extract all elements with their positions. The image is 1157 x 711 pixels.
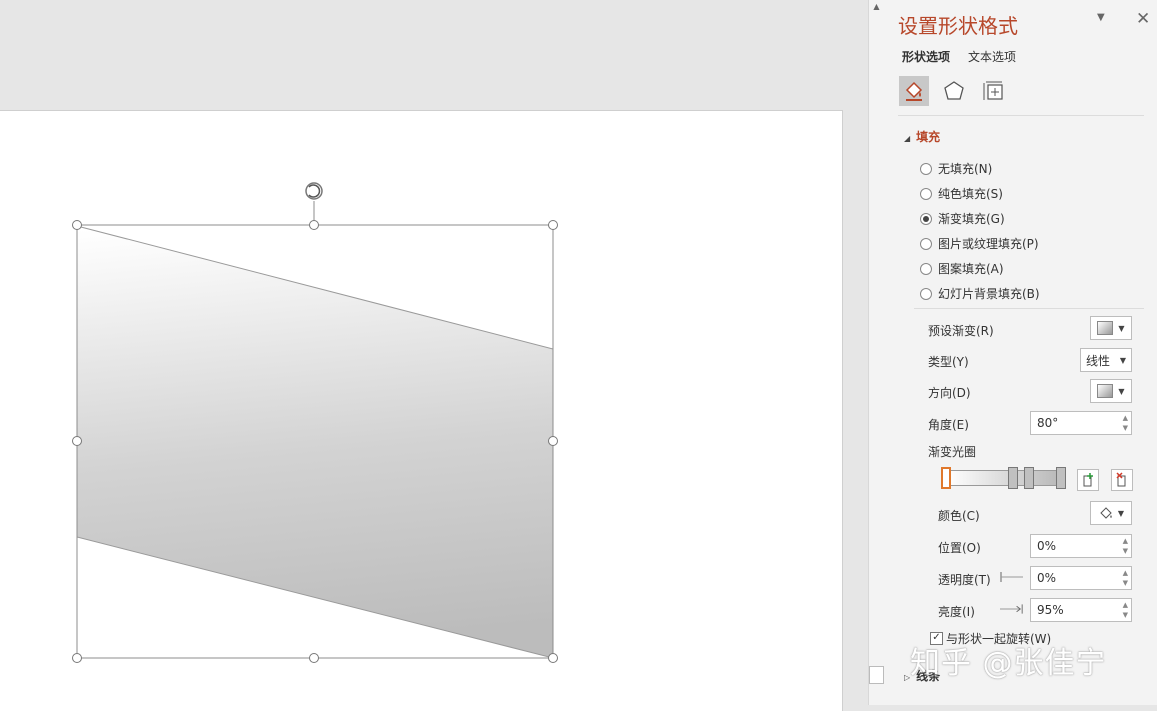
radio-solid-fill[interactable]: 纯色填充(S)	[920, 185, 1003, 202]
position-label: 位置(O)	[938, 541, 981, 555]
chevron-down-icon: ▼	[1117, 508, 1125, 518]
scrollbar-thumb[interactable]	[869, 666, 884, 684]
radio-pattern-fill[interactable]: 图案填充(A)	[920, 260, 1004, 277]
transparency-value: 0%	[1037, 571, 1057, 585]
fill-section-header[interactable]: ◢ 填充	[904, 128, 940, 145]
angle-value: 80°	[1037, 416, 1059, 430]
brightness-input[interactable]: 95% ▲ ▼	[1030, 598, 1132, 622]
tab-shape-options[interactable]: 形状选项	[902, 48, 950, 65]
color-label: 颜色(C)	[938, 509, 980, 523]
transparency-input[interactable]: 0% ▲ ▼	[1030, 566, 1132, 590]
rotate-handle[interactable]	[305, 182, 323, 200]
radio-label: 无填充(N)	[938, 162, 993, 176]
gradient-swatch-icon	[1097, 321, 1114, 335]
radio-button[interactable]	[920, 262, 932, 275]
radio-button[interactable]	[920, 187, 932, 200]
angle-input[interactable]: 80° ▲ ▼	[1030, 411, 1132, 435]
radio-slide-background-fill[interactable]: 幻灯片背景填充(B)	[920, 285, 1040, 302]
color-dropdown[interactable]: ▼	[1090, 501, 1132, 525]
radio-no-fill[interactable]: 无填充(N)	[920, 160, 992, 177]
format-shape-pane: 设置形状格式 ▼ ✕ 形状选项 文本选项 ◢ 填充 无填充(N) 纯色填充(S) …	[884, 0, 1157, 705]
resize-handle-bottom-right[interactable]	[548, 653, 558, 663]
radio-label: 渐变填充(G)	[938, 212, 1005, 226]
brightness-value: 95%	[1037, 603, 1064, 617]
pane-options-chevron-down-icon[interactable]: ▼	[1097, 12, 1105, 23]
gradient-stops-label: 渐变光圈	[928, 445, 977, 459]
fill-line-icon[interactable]	[899, 76, 929, 106]
resize-handle-top[interactable]	[309, 220, 319, 230]
type-dropdown[interactable]: 线性 ▼	[1080, 348, 1132, 372]
radio-gradient-fill[interactable]: 渐变填充(G)	[920, 210, 1005, 227]
type-label: 类型(Y)	[928, 355, 969, 369]
divider	[914, 308, 1144, 309]
fill-section-label: 填充	[916, 130, 941, 144]
gradient-shape[interactable]	[76, 225, 554, 659]
watermark: 知乎 @张佳宁	[910, 646, 1107, 681]
resize-handle-top-right[interactable]	[548, 220, 558, 230]
gradient-stop-4[interactable]	[1056, 467, 1066, 489]
radio-label: 图案填充(A)	[938, 262, 1004, 276]
position-input[interactable]: 0% ▲ ▼	[1030, 534, 1132, 558]
radio-label: 图片或纹理填充(P)	[938, 237, 1039, 251]
spin-arrows-icon[interactable]: ▲ ▼	[1123, 536, 1128, 556]
tab-text-options[interactable]: 文本选项	[968, 48, 1016, 65]
resize-handle-bottom[interactable]	[309, 653, 319, 663]
gradient-stop-3[interactable]	[1024, 467, 1034, 489]
position-value: 0%	[1037, 539, 1057, 553]
size-properties-icon[interactable]	[978, 76, 1008, 106]
radio-button[interactable]	[920, 287, 932, 300]
add-gradient-stop-button[interactable]	[1077, 469, 1099, 491]
gradient-stop-1[interactable]	[941, 467, 951, 489]
effects-pentagon-icon[interactable]	[939, 76, 969, 106]
preset-gradient-label: 预设渐变(R)	[928, 324, 994, 338]
type-value: 线性	[1086, 353, 1111, 368]
paint-bucket-icon	[1100, 507, 1112, 519]
spin-arrows-icon[interactable]: ▲ ▼	[1123, 568, 1128, 588]
remove-gradient-stop-button[interactable]	[1111, 469, 1133, 491]
radio-button[interactable]	[920, 212, 932, 225]
resize-handle-left[interactable]	[72, 436, 82, 446]
spin-arrows-icon[interactable]: ▲ ▼	[1123, 600, 1128, 620]
direction-dropdown[interactable]: ▼	[1090, 379, 1132, 403]
resize-handle-bottom-left[interactable]	[72, 653, 82, 663]
brightness-label: 亮度(I)	[938, 605, 975, 619]
expanded-triangle-icon: ◢	[904, 134, 911, 143]
transparency-slider[interactable]	[999, 571, 1023, 583]
spin-arrows-icon[interactable]: ▲ ▼	[1123, 413, 1128, 433]
radio-button[interactable]	[920, 162, 932, 175]
vertical-scrollbar[interactable]: ▲	[868, 0, 885, 705]
gradient-stops-bar[interactable]	[946, 470, 1066, 486]
radio-button[interactable]	[920, 237, 932, 250]
transparency-label: 透明度(T)	[938, 573, 991, 587]
radio-picture-fill[interactable]: 图片或纹理填充(P)	[920, 235, 1039, 252]
radio-label: 纯色填充(S)	[938, 187, 1003, 201]
gradient-swatch-icon	[1097, 384, 1114, 398]
angle-label: 角度(E)	[928, 418, 969, 432]
close-icon[interactable]: ✕	[1136, 9, 1150, 29]
preset-gradient-dropdown[interactable]: ▼	[1090, 316, 1132, 340]
canvas-area	[0, 0, 868, 711]
gradient-stop-2[interactable]	[1008, 467, 1018, 489]
resize-handle-top-left[interactable]	[72, 220, 82, 230]
shape-layer	[72, 182, 558, 663]
chevron-down-icon: ▼	[1119, 355, 1126, 365]
divider	[898, 115, 1144, 116]
pane-title: 设置形状格式	[898, 14, 1018, 38]
radio-label: 幻灯片背景填充(B)	[938, 287, 1040, 301]
chevron-down-icon: ▼	[1118, 323, 1125, 333]
chevron-down-icon: ▼	[1118, 386, 1125, 396]
resize-handle-right[interactable]	[548, 436, 558, 446]
scroll-up-icon[interactable]: ▲	[870, 0, 883, 14]
brightness-slider[interactable]	[1000, 603, 1024, 615]
direction-label: 方向(D)	[928, 386, 971, 400]
